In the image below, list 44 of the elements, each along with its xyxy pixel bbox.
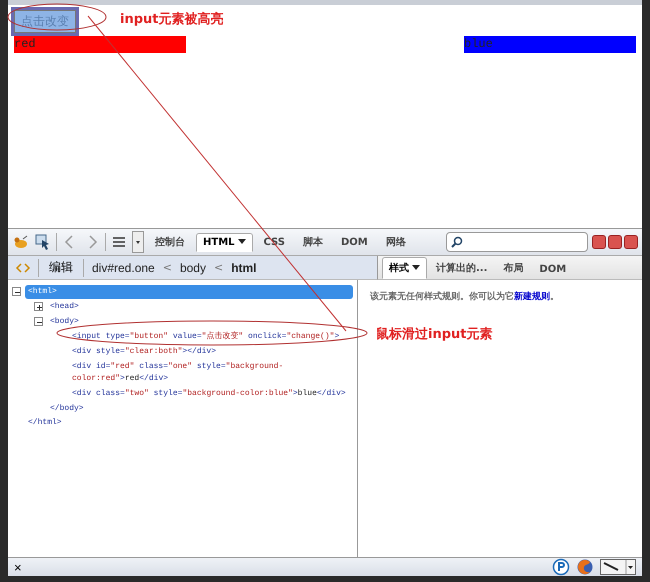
collapse-toggle[interactable]	[12, 287, 21, 296]
content-block: blue	[464, 36, 636, 53]
annotation-text: input元素被高亮	[120, 10, 224, 28]
html-node[interactable]: <body>	[47, 315, 82, 329]
panel-tab[interactable]: 控制台	[148, 231, 192, 253]
plus-icon	[35, 303, 44, 312]
panel-tab[interactable]: 脚本	[296, 231, 330, 253]
html-node[interactable]: <div class="two" style="background-color:blue">blue</div>	[69, 387, 349, 401]
caret-icon	[238, 239, 246, 245]
annotation-text: 鼠标滑过input元素	[376, 326, 492, 343]
minimize-button[interactable]	[592, 235, 606, 249]
closing-tag: </body>	[47, 402, 87, 416]
panel-tab[interactable]: 网络	[378, 231, 413, 253]
new-rule-link[interactable]: 新建规则	[514, 292, 550, 302]
edit-button[interactable]: 编辑	[45, 259, 77, 276]
breadcrumb-item[interactable]: html	[229, 260, 259, 274]
collapse-toggle[interactable]	[34, 317, 43, 326]
p-circle-icon[interactable]	[552, 558, 570, 576]
inspect-dropdown-icon[interactable]	[600, 558, 636, 576]
side-tab[interactable]: 计算出的...	[429, 257, 494, 279]
panel-tab[interactable]: HTML	[196, 232, 253, 252]
content-block: red	[14, 36, 186, 53]
breadcrumb-item[interactable]: div#red.one	[90, 260, 157, 274]
close-button[interactable]	[624, 235, 638, 249]
breadcrumb-item[interactable]: body	[178, 260, 208, 274]
html-node[interactable]: <div style="clear:both"></div>	[69, 345, 220, 359]
style-message: 该元素无任何样式规则。你可以为它新建规则。	[370, 292, 559, 302]
html-node[interactable]: <head>	[47, 300, 82, 314]
side-tab[interactable]: DOM	[532, 260, 574, 279]
closing-tag: </html>	[25, 416, 65, 430]
browser-globe-icon[interactable]	[576, 558, 594, 576]
search-field[interactable]	[446, 232, 588, 252]
panel-tab[interactable]: DOM	[334, 232, 375, 252]
side-tab[interactable]: 布局	[496, 257, 530, 279]
side-tab[interactable]: 样式	[382, 257, 427, 279]
breadcrumb-separator: <	[162, 261, 172, 274]
search-icon	[451, 236, 463, 248]
close-button[interactable]: ×	[14, 560, 22, 574]
html-node[interactable]: <input type="button" value="点击改变" onclick="change()">	[69, 330, 342, 344]
dropdown-icon[interactable]	[132, 231, 144, 253]
expand-toggle[interactable]	[34, 302, 43, 311]
caret-icon	[412, 265, 420, 271]
restore-button[interactable]	[608, 235, 622, 249]
breadcrumb-separator: <	[214, 261, 224, 274]
